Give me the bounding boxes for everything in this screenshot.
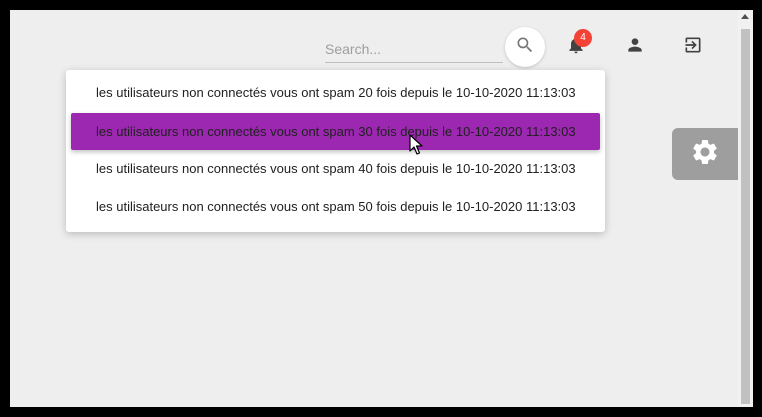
- account-button[interactable]: [621, 33, 649, 61]
- gear-icon: [690, 137, 720, 172]
- logout-button[interactable]: [679, 33, 707, 61]
- scroll-up-arrow-icon[interactable]: [741, 14, 749, 19]
- notification-item[interactable]: les utilisateurs non connectés vous ont …: [66, 150, 605, 188]
- search-button[interactable]: [505, 27, 545, 67]
- exit-to-app-icon: [683, 35, 703, 60]
- search-input[interactable]: [325, 36, 503, 63]
- vertical-scrollbar[interactable]: [738, 10, 753, 407]
- person-icon: [625, 35, 645, 60]
- notification-item[interactable]: les utilisateurs non connectés vous ont …: [66, 74, 605, 112]
- notification-count-badge: 4: [574, 29, 592, 47]
- settings-tab-button[interactable]: [672, 128, 738, 180]
- notifications-dropdown: les utilisateurs non connectés vous ont …: [66, 70, 605, 232]
- app-window: 4 les utilisateurs non connectés vous on…: [10, 10, 753, 407]
- mouse-pointer-icon: [409, 134, 423, 161]
- notification-item[interactable]: les utilisateurs non connectés vous ont …: [66, 188, 605, 226]
- search-icon: [515, 35, 535, 60]
- scroll-thumb[interactable]: [741, 29, 750, 404]
- notification-item-highlighted[interactable]: les utilisateurs non connectés vous ont …: [71, 113, 600, 150]
